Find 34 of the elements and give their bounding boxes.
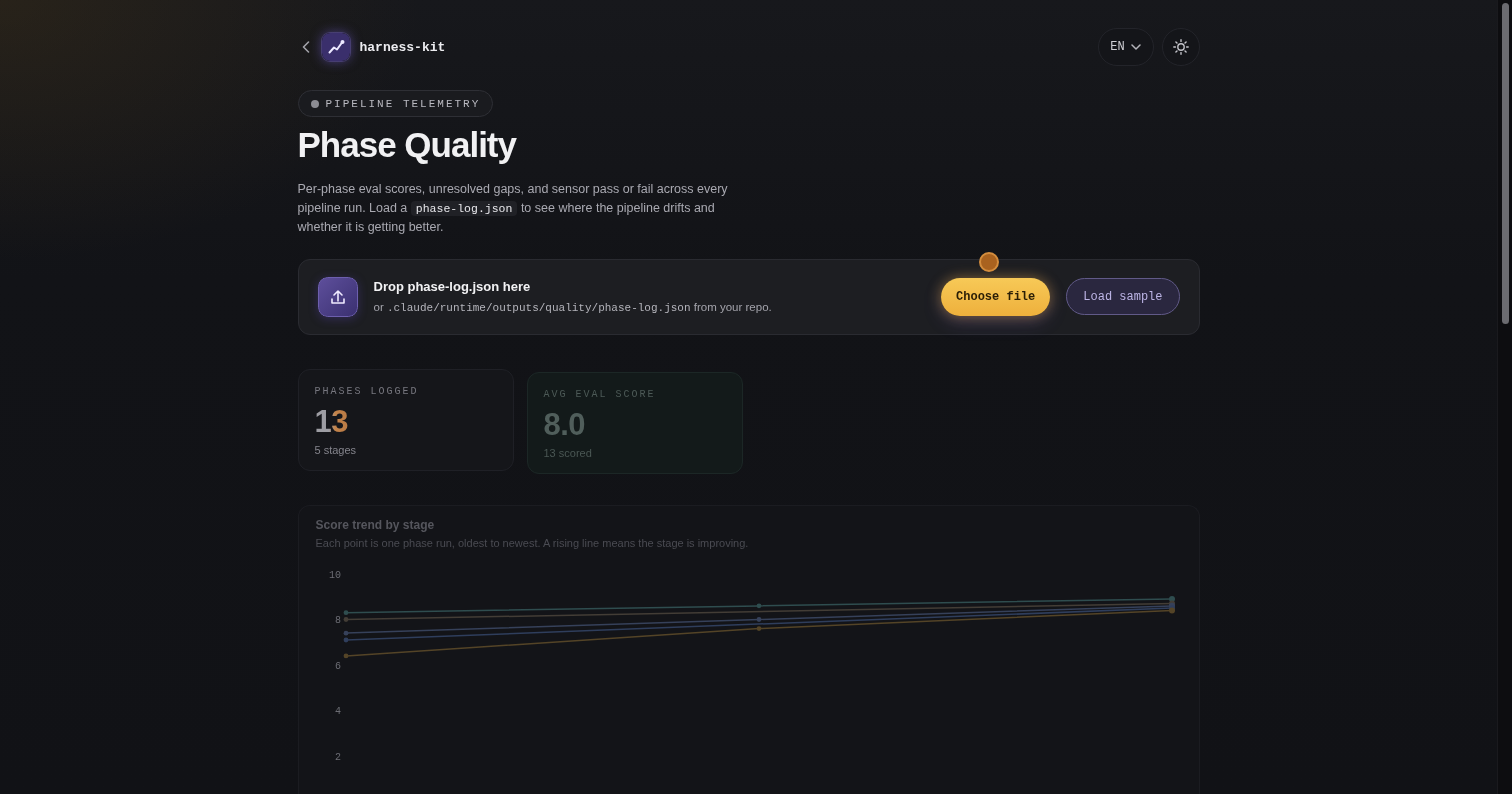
trend-logo-icon [321,33,350,61]
data-point [756,625,761,631]
back-button[interactable] [300,40,311,54]
theme-toggle-button[interactable] [1161,28,1200,66]
stat-value: 8.0 [543,407,586,442]
axis-tick-label: 8 [334,614,341,626]
chart-title: Score trend by stage [315,516,436,533]
stat-note: 5 stages [314,442,358,458]
data-point [343,653,348,658]
data-point [756,602,761,608]
dropzone-title: Drop phase-log.json here [373,277,532,296]
section-label: PIPELINE TELEMETRY [325,97,481,110]
scrollbar-thumb[interactable] [1502,3,1509,324]
axis-tick-label: 10 [328,569,341,580]
sun-icon [1172,39,1189,55]
axis-tick-label: 4 [334,705,341,717]
load-sample-button[interactable]: Load sample [1066,278,1180,315]
dot-icon [978,251,999,272]
status-dot-icon [310,99,319,108]
language-select[interactable]: EN [1097,28,1154,66]
page-description: Per-phase eval scores, unresolved gaps, and sensor pass or fail across every pipeline run. Load a phase-log.json to see where the pipeline drifts and whether it is getting better. [297,181,729,236]
stat-label: AVG EVAL SCORE [543,387,657,402]
stat-note: 13 scored [543,445,593,461]
choose-file-button[interactable]: Choose file [941,277,1051,316]
brand-name: harness-kit [359,39,446,55]
upload-icon [317,276,358,317]
stat-label: PHASES LOGGED [314,384,420,399]
page-title: Phase Quality [297,125,516,165]
dropzone-hint: or .claude/runtime/outputs/quality/phase-log.json from your repo. [373,299,772,316]
axis-tick-label: 6 [334,660,341,671]
data-point [756,616,761,622]
chevron-down-icon [1130,44,1141,50]
chevron-left-icon [301,41,310,53]
axis-tick-label: 2 [334,751,341,762]
